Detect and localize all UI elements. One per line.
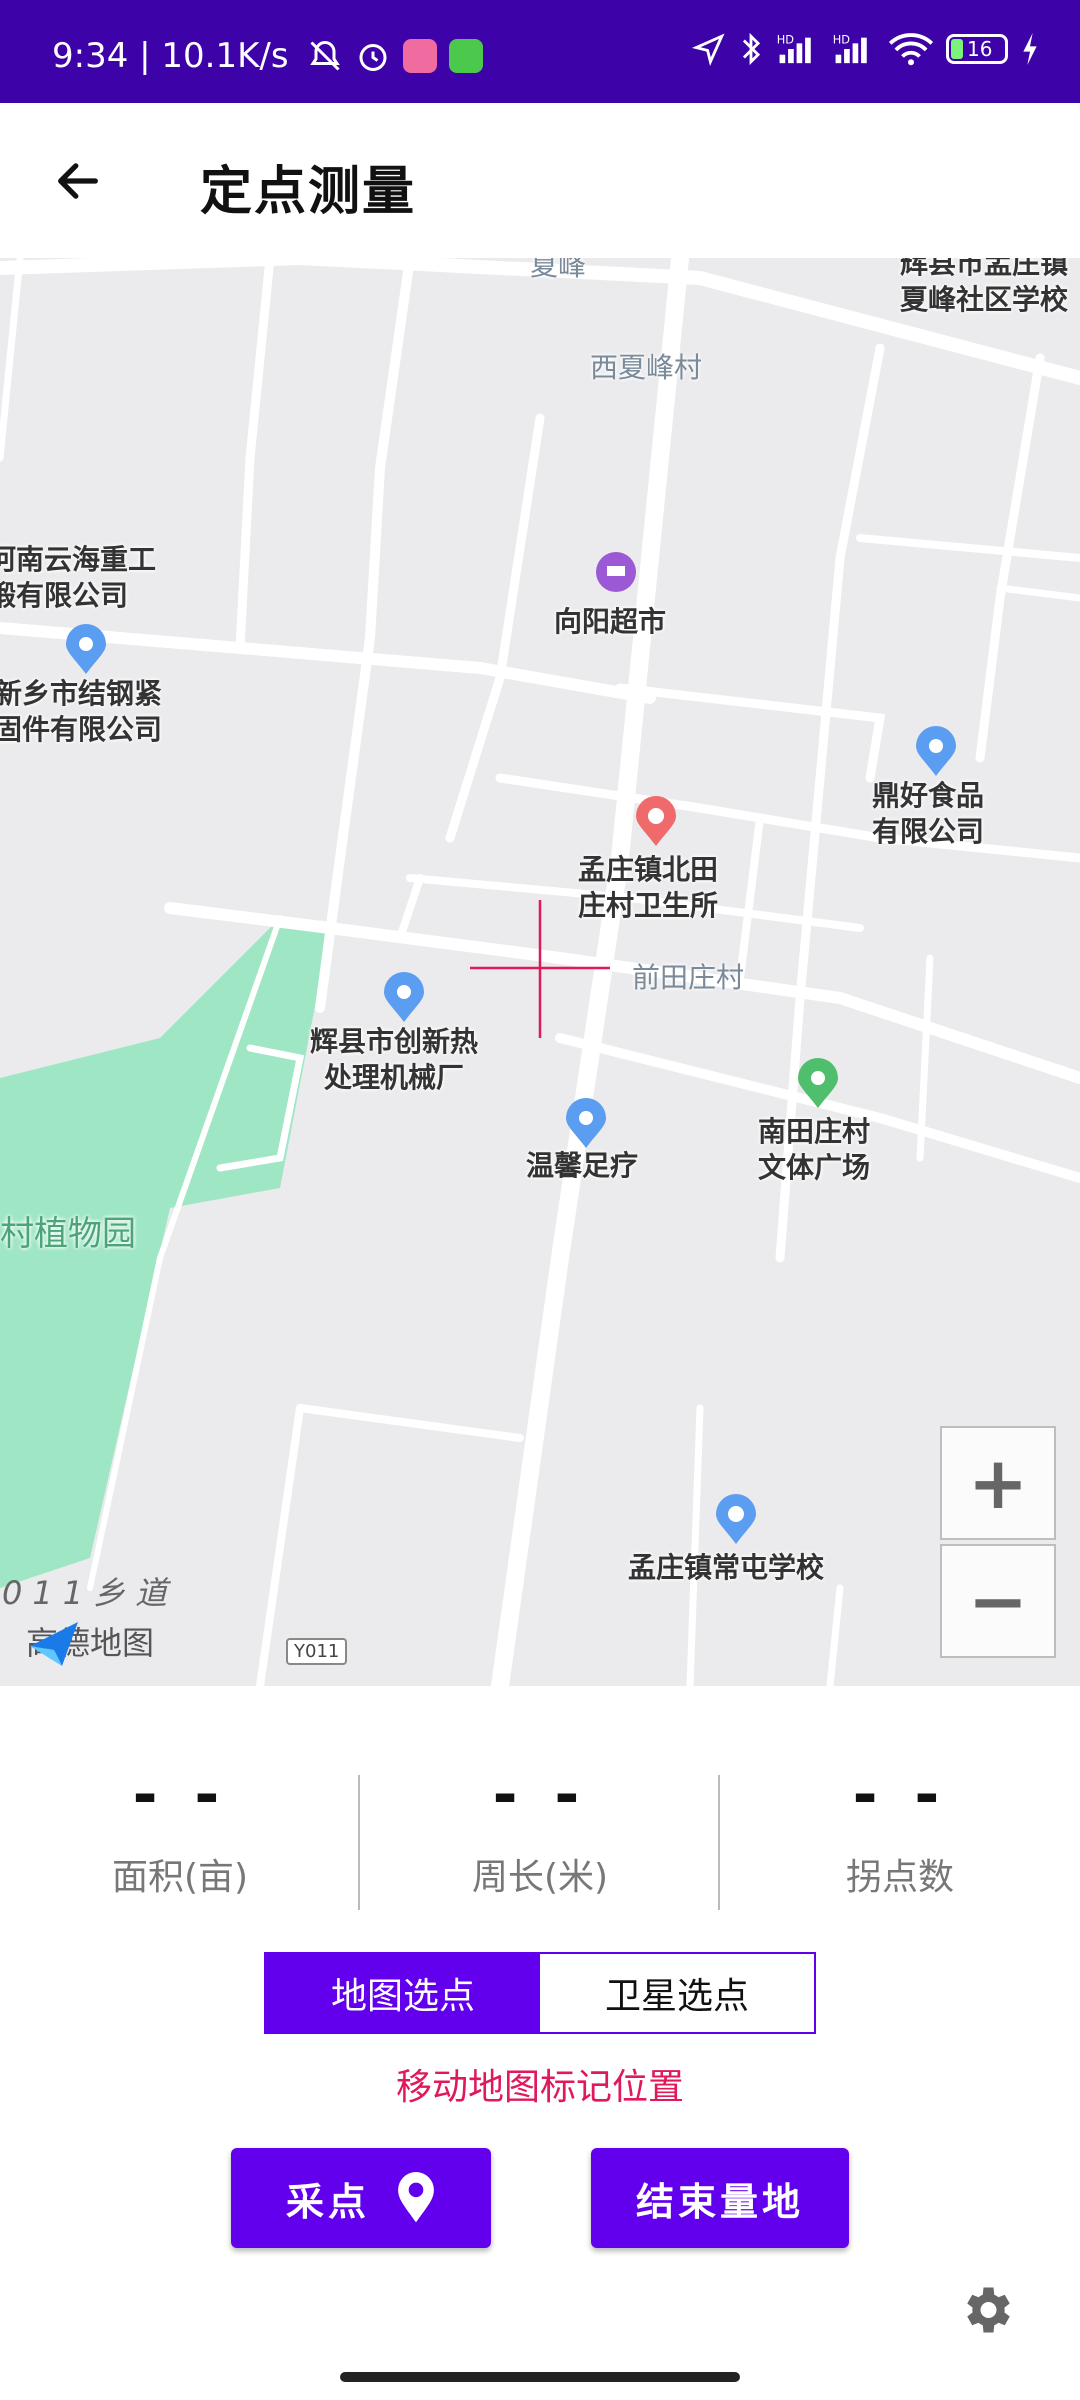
supermarket-pin-icon[interactable]: [594, 550, 638, 602]
perimeter-label: 周长(米): [471, 1857, 609, 1898]
collect-point-button[interactable]: 采点: [231, 2148, 491, 2248]
map-label: 新乡市结钢紧 固件有限公司: [0, 677, 163, 746]
map-label: 辉县市创新热 处理机械厂: [310, 1025, 479, 1094]
map-label: 村植物园: [0, 1214, 136, 1254]
status-left: 9:34 | 10.1K/s: [52, 38, 483, 74]
back-button[interactable]: [40, 143, 116, 219]
perimeter-value: - -: [492, 1760, 588, 1830]
battery-level: 16: [967, 37, 993, 61]
status-time: 9:34 | 10.1K/s: [52, 36, 289, 76]
app-notification-icon: [448, 39, 483, 73]
charging-icon: [1023, 33, 1037, 65]
mute-icon: [309, 40, 340, 71]
page-title: 定点测量: [200, 162, 417, 222]
road-sign: Y011: [286, 1638, 348, 1665]
bluetooth-icon: [742, 32, 761, 66]
map-label: 南田庄村 文体广场: [758, 1115, 871, 1184]
status-right: HD HD 16: [692, 32, 1040, 66]
plus-icon: +: [967, 1441, 1029, 1525]
finish-measure-label: 结束量地: [635, 2179, 804, 2224]
location-pin-icon[interactable]: [564, 1098, 608, 1150]
map-roads: [0, 258, 1080, 1686]
location-arrow-icon: [692, 33, 725, 66]
zoom-in-button[interactable]: +: [940, 1426, 1056, 1540]
zoom-out-button[interactable]: −: [940, 1544, 1056, 1658]
map-label: 夏峰: [530, 258, 587, 282]
map-label: 孟庄镇常屯学校: [628, 1551, 825, 1584]
school-pin-icon[interactable]: [714, 1494, 758, 1546]
svg-text:HD: HD: [777, 32, 795, 46]
map-label: 河南云海重工 锻有限公司: [0, 543, 157, 612]
bilibili-icon: [402, 39, 437, 73]
location-pin-icon[interactable]: [382, 972, 426, 1024]
collect-point-label: 采点: [285, 2179, 370, 2224]
map-label: 鼎好食品 有限公司: [872, 779, 985, 848]
location-pin-icon[interactable]: [914, 726, 958, 778]
gaode-logo-icon: [30, 1622, 78, 1666]
vertex-count-label: 拐点数: [845, 1857, 954, 1898]
finish-measure-button[interactable]: 结束量地: [591, 2148, 849, 2248]
minus-icon: −: [967, 1559, 1029, 1643]
map-view[interactable]: 夏峰 辉县市孟庄镇 夏峰社区学校 西夏峰村 河南云海重工 锻有限公司 向阳超市 …: [0, 258, 1080, 1686]
area-label: 面积(亩): [111, 1857, 249, 1898]
location-pin-icon[interactable]: [64, 624, 108, 676]
map-select-tab[interactable]: 地图选点: [266, 1954, 540, 2032]
map-logo: 高德地图: [26, 1618, 154, 1666]
wifi-icon: [888, 33, 934, 66]
satellite-select-tab[interactable]: 卫星选点: [540, 1954, 814, 2032]
alarm-icon: [359, 44, 387, 71]
vertex-count-value: - -: [852, 1760, 948, 1830]
cell-signal-icon: HD: [833, 32, 867, 64]
map-label: 孟庄镇北田 庄村卫生所: [578, 853, 719, 922]
map-pin-icon: [398, 2172, 434, 2223]
status-bar: 9:34 | 10.1K/s HD HD 16: [0, 0, 1080, 103]
perimeter-stat: - - 周长(米): [360, 1760, 720, 1920]
notification-icons: [307, 38, 483, 74]
map-label: 向阳超市: [554, 605, 667, 638]
clinic-pin-icon[interactable]: [634, 796, 678, 848]
area-stat: - - 面积(亩): [0, 1760, 360, 1920]
vertex-count-stat: - - 拐点数: [720, 1760, 1080, 1920]
home-indicator[interactable]: [340, 2372, 740, 2382]
park-pin-icon[interactable]: [796, 1058, 840, 1110]
area-value: - -: [132, 1760, 228, 1830]
battery-icon: 16: [946, 34, 1008, 64]
map-label: 西夏峰村: [590, 351, 703, 384]
road-name: 011乡道: [2, 1574, 178, 1612]
map-label: 前田庄村: [632, 961, 745, 994]
svg-text:HD: HD: [833, 32, 851, 46]
settings-gear-icon[interactable]: [956, 2280, 1016, 2340]
back-arrow-icon: [58, 163, 98, 199]
map-label: 辉县市孟庄镇 夏峰社区学校: [900, 258, 1069, 316]
cell-signal-icon: HD: [777, 32, 811, 64]
point-source-toggle: 地图选点 卫星选点: [264, 1952, 816, 2034]
app-bar: 定点测量: [0, 103, 1080, 258]
hint-text: 移动地图标记位置: [395, 2067, 684, 2108]
map-label: 温馨足疗: [526, 1149, 639, 1182]
measurement-stats: - - 面积(亩) - - 周长(米) - - 拐点数: [0, 1760, 1080, 1920]
